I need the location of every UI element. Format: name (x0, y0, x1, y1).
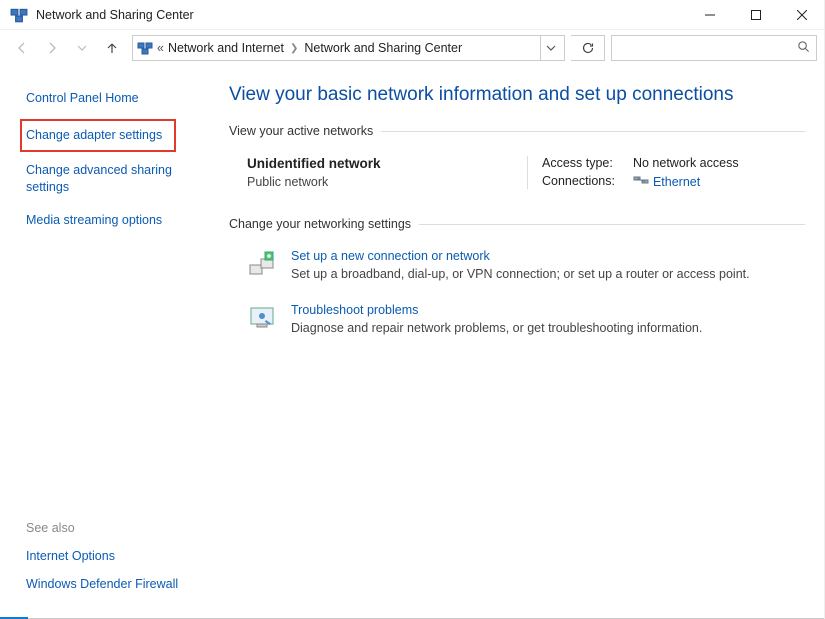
setup-connection-icon (247, 249, 277, 279)
main-panel: View your basic network information and … (215, 66, 825, 617)
titlebar: Network and Sharing Center (0, 0, 825, 30)
active-network-row: Unidentified network Public network Acce… (247, 156, 805, 189)
content-area: Control Panel Home Change adapter settin… (0, 66, 825, 617)
network-details: Access type: No network access Connectio… (542, 156, 739, 189)
access-type-value: No network access (633, 156, 739, 170)
maximize-button[interactable] (733, 0, 779, 30)
network-identity: Unidentified network Public network (247, 156, 527, 189)
troubleshoot-icon (247, 303, 277, 333)
app-icon (10, 6, 28, 24)
troubleshoot-desc: Diagnose and repair network problems, or… (291, 321, 702, 335)
network-name: Unidentified network (247, 156, 527, 171)
address-bar[interactable]: « Network and Internet ❯ Network and Sha… (132, 35, 565, 61)
back-button[interactable] (8, 34, 36, 62)
connections-label: Connections: (542, 174, 615, 189)
minimize-button[interactable] (687, 0, 733, 30)
address-history-dropdown[interactable] (540, 36, 560, 60)
search-box[interactable] (611, 35, 817, 61)
vertical-divider (527, 156, 528, 189)
access-type-label: Access type: (542, 156, 615, 170)
section-rule (419, 224, 805, 225)
navbar: « Network and Internet ❯ Network and Sha… (0, 30, 825, 66)
change-settings-text: Change your networking settings (229, 217, 411, 231)
window-controls (687, 0, 825, 30)
connection-name: Ethernet (653, 175, 700, 189)
breadcrumb-separator-icon[interactable]: ❯ (290, 43, 298, 54)
refresh-button[interactable] (571, 35, 605, 61)
breadcrumb-parent[interactable]: Network and Internet (166, 41, 286, 55)
troubleshoot-item: Troubleshoot problems Diagnose and repai… (247, 303, 805, 335)
see-also-internet-options[interactable]: Internet Options (26, 549, 178, 563)
sidebar-link-advanced-sharing[interactable]: Change advanced sharing settings (26, 162, 196, 196)
up-button[interactable] (98, 34, 126, 62)
see-also-title: See also (26, 521, 178, 535)
section-rule (381, 131, 805, 132)
sidebar-link-adapter-settings[interactable]: Change adapter settings (20, 119, 176, 152)
setup-connection-desc: Set up a broadband, dial-up, or VPN conn… (291, 267, 750, 281)
active-networks-text: View your active networks (229, 124, 373, 138)
troubleshoot-link[interactable]: Troubleshoot problems (291, 303, 702, 317)
see-also: See also Internet Options Windows Defend… (26, 521, 178, 605)
setup-connection-link[interactable]: Set up a new connection or network (291, 249, 750, 263)
breadcrumb-current[interactable]: Network and Sharing Center (302, 41, 464, 55)
forward-button[interactable] (38, 34, 66, 62)
window-title: Network and Sharing Center (36, 8, 194, 22)
page-heading: View your basic network information and … (229, 84, 805, 106)
sidebar: Control Panel Home Change adapter settin… (0, 66, 215, 617)
change-settings-label: Change your networking settings (229, 217, 805, 231)
recent-dropdown[interactable] (68, 34, 96, 62)
see-also-firewall[interactable]: Windows Defender Firewall (26, 577, 178, 591)
network-type: Public network (247, 175, 527, 189)
breadcrumb-icon (137, 40, 153, 56)
close-button[interactable] (779, 0, 825, 30)
ethernet-icon (633, 174, 649, 189)
breadcrumb-prefix-icon: « (157, 41, 164, 55)
sidebar-link-home[interactable]: Control Panel Home (26, 90, 215, 107)
sidebar-link-media-streaming[interactable]: Media streaming options (26, 212, 215, 229)
search-icon (797, 40, 810, 56)
connection-link-ethernet[interactable]: Ethernet (633, 174, 739, 189)
active-networks-label: View your active networks (229, 124, 805, 138)
setup-connection-item: Set up a new connection or network Set u… (247, 249, 805, 281)
